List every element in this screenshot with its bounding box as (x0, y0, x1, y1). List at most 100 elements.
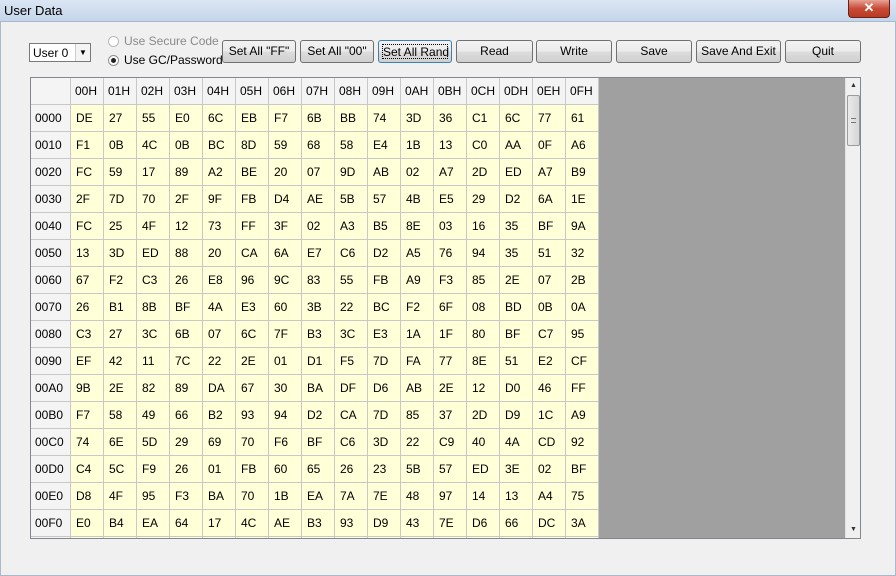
hex-cell[interactable]: BD (500, 294, 533, 321)
hex-cell[interactable]: F9 (137, 456, 170, 483)
hex-cell[interactable]: EB (236, 105, 269, 132)
hex-cell[interactable]: 70 (137, 186, 170, 213)
hex-cell[interactable]: D8 (71, 483, 104, 510)
hex-cell[interactable]: 2E (104, 375, 137, 402)
hex-cell[interactable]: 92 (566, 429, 599, 456)
hex-cell[interactable]: 80 (467, 321, 500, 348)
hex-cell[interactable]: 3D (368, 429, 401, 456)
hex-cell[interactable]: 94 (467, 240, 500, 267)
hex-cell[interactable] (368, 537, 401, 538)
hex-cell[interactable]: 2E (434, 375, 467, 402)
hex-cell[interactable]: 59 (104, 159, 137, 186)
hex-cell[interactable]: 13 (71, 240, 104, 267)
hex-cell[interactable]: 6A (533, 186, 566, 213)
hex-cell[interactable]: 42 (104, 348, 137, 375)
hex-cell[interactable]: BF (566, 456, 599, 483)
hex-cell[interactable]: 2F (170, 186, 203, 213)
hex-cell[interactable]: 0B (533, 294, 566, 321)
hex-cell[interactable]: 4F (104, 483, 137, 510)
hex-cell[interactable]: 69 (203, 429, 236, 456)
hex-cell[interactable]: 70 (236, 483, 269, 510)
hex-cell[interactable]: 27 (104, 105, 137, 132)
hex-cell[interactable]: 9F (203, 186, 236, 213)
hex-cell[interactable]: 2D (467, 402, 500, 429)
hex-cell[interactable]: 2E (236, 348, 269, 375)
hex-cell[interactable]: 7E (434, 510, 467, 537)
hex-cell[interactable]: 5B (335, 186, 368, 213)
hex-cell[interactable]: 12 (467, 375, 500, 402)
hex-cell[interactable]: 95 (566, 321, 599, 348)
hex-cell[interactable]: BF (302, 429, 335, 456)
hex-cell[interactable]: 61 (566, 105, 599, 132)
hex-cell[interactable]: E7 (302, 240, 335, 267)
hex-cell[interactable]: 96 (236, 267, 269, 294)
radio-button-gc[interactable] (108, 54, 119, 66)
hex-cell[interactable]: 4B (401, 186, 434, 213)
hex-cell[interactable]: 27 (104, 321, 137, 348)
radio-use-secure-code[interactable]: Use Secure Code (108, 33, 219, 49)
hex-cell[interactable] (566, 537, 599, 538)
hex-cell[interactable]: 30 (269, 375, 302, 402)
hex-cell[interactable]: E2 (533, 348, 566, 375)
hex-cell[interactable]: 17 (137, 159, 170, 186)
hex-cell[interactable]: 51 (533, 240, 566, 267)
hex-cell[interactable]: C7 (533, 321, 566, 348)
hex-cell[interactable]: ED (500, 159, 533, 186)
hex-cell[interactable]: 93 (236, 402, 269, 429)
hex-cell[interactable]: 3C (335, 321, 368, 348)
hex-cell[interactable] (401, 537, 434, 538)
hex-cell[interactable]: 85 (401, 402, 434, 429)
hex-cell[interactable]: D2 (500, 186, 533, 213)
hex-cell[interactable]: 83 (302, 267, 335, 294)
hex-cell[interactable]: FF (236, 213, 269, 240)
radio-use-gc-password[interactable]: Use GC/Password (108, 52, 223, 68)
hex-cell[interactable]: CD (533, 429, 566, 456)
hex-cell[interactable]: 17 (203, 510, 236, 537)
hex-cell[interactable]: 60 (269, 456, 302, 483)
hex-cell[interactable]: 02 (401, 159, 434, 186)
scroll-down-icon[interactable]: ▼ (846, 522, 861, 538)
hex-cell[interactable]: 9C (269, 267, 302, 294)
hex-cell[interactable]: F7 (269, 105, 302, 132)
hex-cell[interactable] (71, 537, 104, 538)
hex-cell[interactable]: 2B (566, 267, 599, 294)
close-button[interactable]: ✕ (848, 0, 890, 18)
user-select[interactable]: User 0 ▼ (29, 43, 91, 62)
hex-cell[interactable]: 7D (368, 348, 401, 375)
hex-cell[interactable]: 37 (434, 402, 467, 429)
hex-cell[interactable]: 75 (566, 483, 599, 510)
hex-cell[interactable]: 4A (203, 294, 236, 321)
hex-cell[interactable]: 7D (368, 402, 401, 429)
hex-cell[interactable]: C9 (434, 429, 467, 456)
hex-cell[interactable]: BC (203, 132, 236, 159)
hex-cell[interactable]: 2E (500, 267, 533, 294)
hex-cell[interactable] (434, 537, 467, 538)
hex-cell[interactable]: 36 (434, 105, 467, 132)
hex-cell[interactable]: E5 (434, 186, 467, 213)
hex-cell[interactable]: 57 (368, 186, 401, 213)
hex-cell[interactable]: 6C (203, 105, 236, 132)
hex-cell[interactable]: 01 (203, 456, 236, 483)
hex-cell[interactable]: B2 (203, 402, 236, 429)
hex-cell[interactable]: 67 (71, 267, 104, 294)
hex-cell[interactable]: 95 (137, 483, 170, 510)
hex-cell[interactable]: 0B (170, 132, 203, 159)
hex-cell[interactable]: 51 (500, 348, 533, 375)
hex-cell[interactable]: FF (566, 375, 599, 402)
read-button[interactable]: Read (456, 40, 533, 63)
hex-cell[interactable]: 89 (170, 375, 203, 402)
hex-cell[interactable]: A7 (533, 159, 566, 186)
hex-cell[interactable]: 07 (533, 267, 566, 294)
radio-button-secure[interactable] (108, 35, 119, 47)
scroll-up-icon[interactable]: ▲ (846, 78, 861, 94)
hex-cell[interactable]: 76 (434, 240, 467, 267)
hex-cell[interactable]: 97 (434, 483, 467, 510)
hex-cell[interactable]: 77 (533, 105, 566, 132)
hex-cell[interactable]: FB (236, 186, 269, 213)
hex-cell[interactable]: D2 (368, 240, 401, 267)
hex-cell[interactable]: 11 (137, 348, 170, 375)
hex-cell[interactable]: E3 (236, 294, 269, 321)
hex-cell[interactable]: 25 (104, 213, 137, 240)
hex-cell[interactable]: 1F (434, 321, 467, 348)
hex-cell[interactable]: 9B (71, 375, 104, 402)
